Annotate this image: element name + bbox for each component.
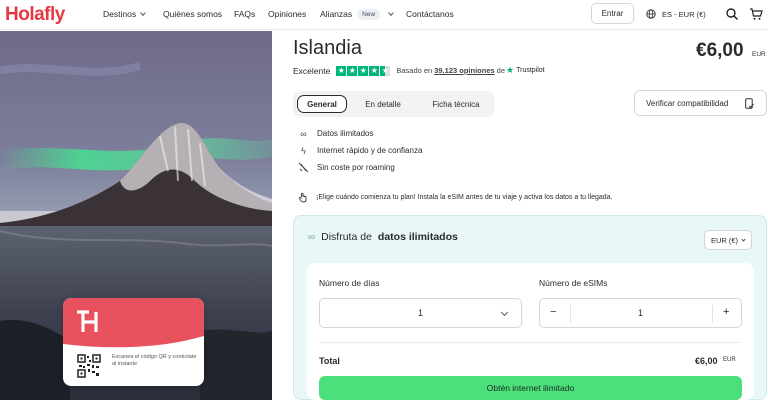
plan-title-bold: datos ilimitados — [377, 231, 458, 243]
reviews-link[interactable]: 39.123 opiniones — [434, 66, 494, 75]
esim-card-promo: Escanea el código QR y conéctate al inst… — [63, 298, 204, 386]
holafly-logo[interactable]: Holafly — [5, 4, 65, 26]
top-nav: Holafly Destinos Quiénes somos FAQs Opin… — [0, 0, 768, 30]
infinity-icon: ∞ — [300, 128, 307, 139]
feature-label: Datos ilimitados — [317, 129, 374, 138]
star-icon: ★ — [358, 65, 369, 76]
rating-word: Excelente — [293, 65, 331, 76]
product-tabs: General En detalle Ficha técnica — [293, 91, 495, 117]
qr-instruction-text: Escanea el código QR y conéctate al inst… — [112, 354, 197, 368]
search-icon[interactable] — [725, 7, 739, 21]
feature-label: Internet rápido y de confianza — [317, 146, 423, 155]
globe-icon — [646, 9, 656, 19]
feature-label: Sin coste por roaming — [317, 163, 395, 172]
nav-opiniones[interactable]: Opiniones — [268, 9, 306, 19]
new-badge: New — [357, 9, 381, 20]
stepper-divider — [570, 305, 571, 323]
price-currency: EUR — [752, 51, 766, 58]
feature-no-roaming: Sin coste por roaming — [298, 162, 395, 173]
no-roaming-icon — [298, 162, 309, 173]
currency-select[interactable]: EUR (€) — [704, 230, 752, 250]
decrement-button[interactable]: − — [550, 306, 556, 318]
verify-compatibility-button[interactable]: Verificar compatibilidad — [634, 90, 767, 116]
chevron-down-icon — [500, 308, 509, 317]
infinity-icon: ∞ — [308, 231, 316, 243]
cart-icon[interactable] — [749, 7, 763, 21]
tab-general[interactable]: General — [297, 95, 347, 113]
chevron-down-icon — [388, 10, 394, 16]
total-label: Total — [319, 356, 340, 366]
days-select[interactable]: 1 — [319, 298, 522, 328]
feature-fast-internet: ϟ Internet rápido y de confianza — [298, 145, 422, 156]
get-unlimited-internet-button[interactable]: Obtén internet ilimitado — [319, 376, 742, 400]
feature-unlimited-data: ∞ Datos ilimitados — [298, 128, 373, 139]
star-icon: ★ — [347, 65, 358, 76]
based-on-label: Basado en — [396, 66, 433, 75]
nav-destinos-label: Destinos — [103, 9, 137, 19]
tab-en-detalle[interactable]: En detalle — [356, 95, 410, 113]
star-icon: ★ — [336, 65, 347, 76]
increment-button[interactable]: + — [723, 306, 729, 318]
plan-title: ∞ Disfruta de datos ilimitados — [308, 231, 458, 243]
language-currency-selector[interactable]: ES - EUR (€) — [646, 9, 706, 19]
login-button[interactable]: Entrar — [591, 3, 634, 24]
activation-notice: ¡Elige cuándo comienza tu plan! Instala … — [298, 192, 613, 203]
tab-ficha-tecnica[interactable]: Ficha técnica — [421, 95, 491, 113]
notice-text: ¡Elige cuándo comienza tu plan! Instala … — [316, 194, 613, 201]
esims-label: Número de eSIMs — [539, 278, 608, 288]
star-icon: ★ — [369, 65, 380, 76]
nav-contactanos[interactable]: Contáctanos — [406, 9, 454, 19]
phone-check-icon — [745, 98, 754, 109]
trustpilot-logo: Trustpilot — [516, 67, 545, 74]
esim-card-header — [63, 298, 204, 348]
qr-code-icon — [77, 354, 101, 378]
trustpilot-rating: Excelente ★ ★ ★ ★ ★ Basado en 39.123 opi… — [293, 65, 545, 76]
nav-quienes-somos[interactable]: Quiénes somos — [163, 9, 222, 19]
esims-quantity-stepper[interactable]: − 1 + — [539, 298, 742, 328]
stepper-divider — [712, 305, 713, 323]
nav-alianzas-label: Alianzas — [320, 9, 353, 19]
plan-title-prefix: Disfruta de — [321, 231, 372, 243]
total-currency: EUR — [723, 357, 736, 363]
language-label: ES - EUR (€) — [662, 9, 706, 19]
de-label: de — [496, 66, 506, 75]
chevron-down-icon — [741, 236, 746, 242]
lightning-icon: ϟ — [301, 145, 306, 156]
verify-label: Verificar compatibilidad — [646, 98, 729, 108]
page-title: Islandia — [293, 37, 362, 59]
nav-faqs[interactable]: FAQs — [234, 9, 255, 19]
esims-value: 1 — [638, 308, 644, 318]
days-value: 1 — [418, 308, 424, 318]
nav-destinos[interactable]: Destinos — [103, 9, 146, 19]
total-value: €6,00 — [695, 356, 718, 366]
chevron-down-icon — [140, 10, 146, 16]
hand-pointer-icon — [299, 192, 307, 203]
rating-stars: ★ ★ ★ ★ ★ — [336, 65, 391, 76]
currency-value: EUR (€) — [710, 235, 739, 245]
divider — [319, 342, 742, 343]
days-label: Número de días — [319, 278, 380, 288]
trustpilot-star-icon: ★ — [506, 65, 515, 75]
product-price: €6,00 — [696, 40, 744, 61]
nav-alianzas[interactable]: Alianzas New — [320, 9, 394, 21]
half-star-icon: ★ — [380, 65, 391, 76]
